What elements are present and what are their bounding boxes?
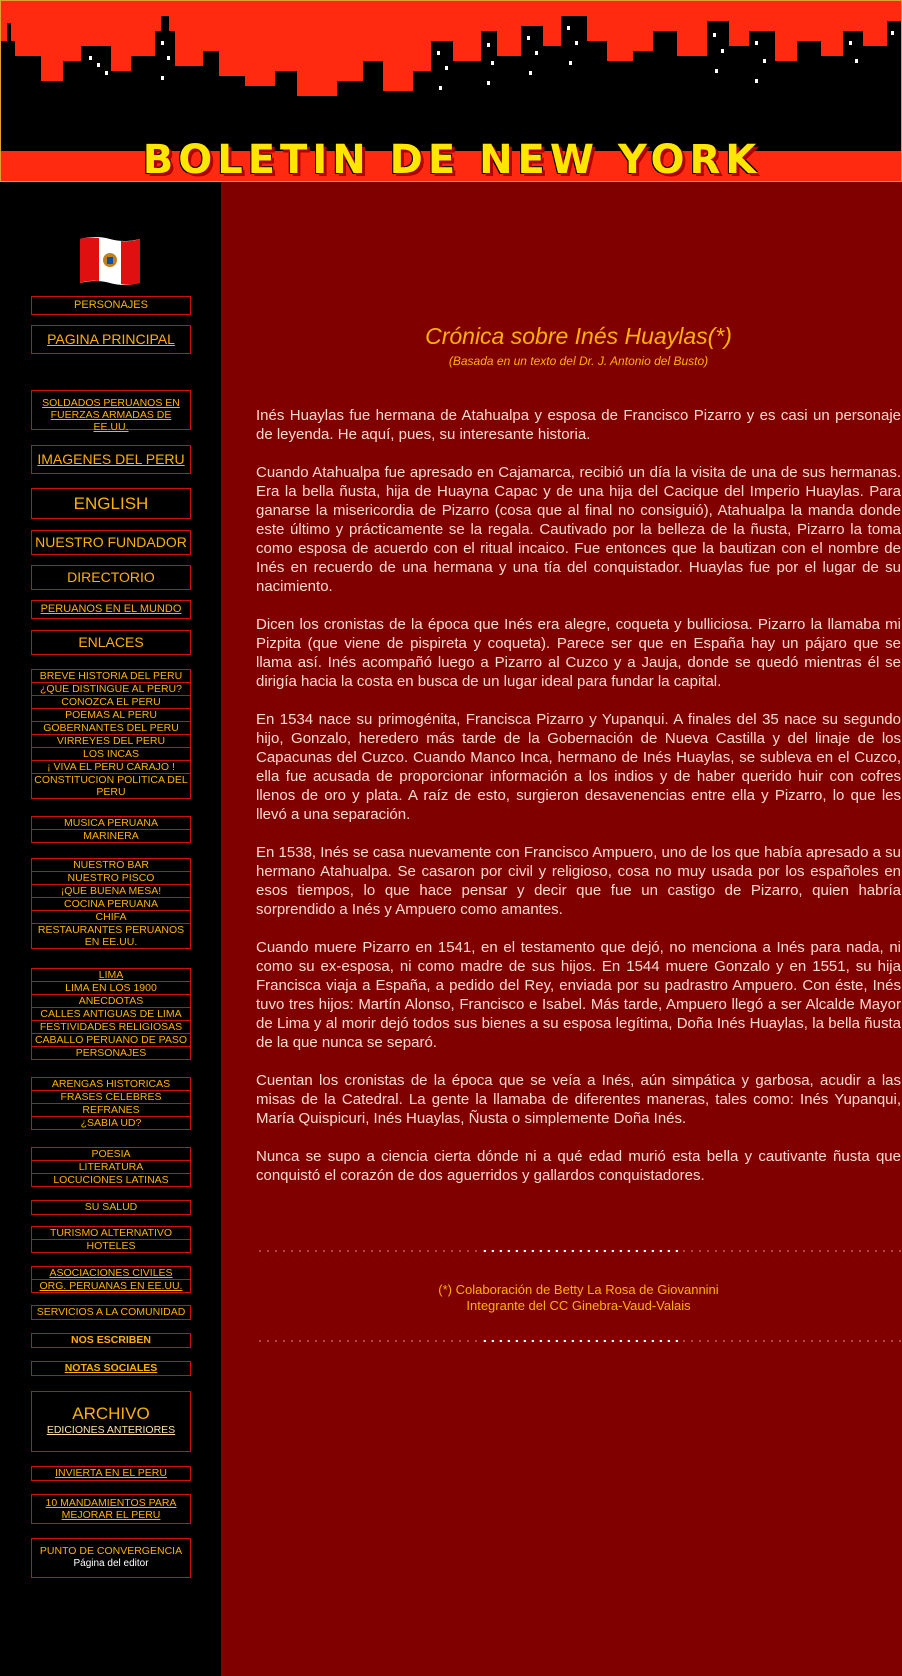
article-paragraph: Cuando Atahualpa fue apresado en Cajamar… [256, 464, 901, 595]
fundador-link[interactable]: NUESTRO FUNDADOR [32, 531, 190, 554]
hoteles-link[interactable]: HOTELES [31, 1239, 191, 1253]
los-incas-link[interactable]: LOS INCAS [31, 747, 191, 761]
article-title: Crónica sobre Inés Huaylas(*) [425, 323, 732, 349]
nav-peruanos-mundo: PERUANOS EN EL MUNDO [31, 600, 191, 619]
calles-antiguas-link[interactable]: CALLES ANTIGUAS DE LIMA [31, 1007, 191, 1021]
article-paragraph: Cuando muere Pizarro en 1541, en el test… [256, 939, 901, 1051]
virreyes-link[interactable]: VIRREYES DEL PERU [31, 734, 191, 748]
anecdotas-link[interactable]: ANECDOTAS [31, 994, 191, 1008]
frases-celebres-link[interactable]: FRASES CELEBRES [31, 1090, 191, 1104]
nav-archivo: ARCHIVO EDICIONES ANTERIORES [31, 1391, 191, 1452]
nav-personajes-top: PERSONAJES [31, 296, 191, 315]
nav-group-turismo: TURISMO ALTERNATIVO HOTELES [31, 1226, 191, 1253]
peru-flag-image [80, 237, 140, 285]
article-credit: (*) Colaboración de Betty La Rosa de Gio… [256, 1282, 901, 1314]
refranes-link[interactable]: REFRANES [31, 1103, 191, 1117]
lima-1900-link[interactable]: LIMA EN LOS 1900 [31, 981, 191, 995]
personajes-lima-link[interactable]: PERSONAJES [31, 1046, 191, 1060]
conozca-peru-link[interactable]: CONOZCA EL PERU [31, 695, 191, 709]
literatura-link[interactable]: LITERATURA [31, 1160, 191, 1174]
article-subtitle: (Basada en un texto del Dr. J. Antonio d… [448, 354, 709, 368]
su-salud-link[interactable]: SU SALUD [31, 1200, 191, 1215]
nav-imagenes: IMAGENES DEL PERU [31, 445, 191, 474]
article-paragraph: Nunca se supo a ciencia cierta dónde ni … [256, 1148, 901, 1184]
nav-group-poesia: POESIA LITERATURA LOCUCIONES LATINAS [31, 1147, 191, 1187]
nav-group-peru: BREVE HISTORIA DEL PERU ¿QUE DISTINGUE A… [31, 669, 191, 799]
article-body: Inés Huaylas fue hermana de Atahualpa y … [256, 406, 901, 1204]
caballo-paso-link[interactable]: CABALLO PERUANO DE PASO [31, 1033, 191, 1047]
nav-group-arengas: ARENGAS HISTORICAS FRASES CELEBRES REFRA… [31, 1077, 191, 1130]
nav-directorio: DIRECTORIO [31, 565, 191, 590]
nos-escriben-link[interactable]: NOS ESCRIBEN [31, 1333, 191, 1348]
article-paragraph: Dicen los cronistas de la época que Inés… [256, 616, 901, 690]
nav-group-salud: SU SALUD [31, 1200, 191, 1215]
directorio-link[interactable]: DIRECTORIO [32, 566, 190, 589]
peruanos-mundo-link[interactable]: PERUANOS EN EL MUNDO [32, 601, 190, 618]
nav-group-escriben: NOS ESCRIBEN [31, 1333, 191, 1348]
nav-group-lima: LIMA LIMA EN LOS 1900 ANECDOTAS CALLES A… [31, 968, 191, 1060]
nav-group-bar: NUESTRO BAR NUESTRO PISCO ¡QUE BUENA MES… [31, 858, 191, 949]
dotted-divider-bottom-highlight [481, 1339, 681, 1343]
cocina-peruana-link[interactable]: COCINA PERUANA [31, 897, 191, 911]
credit-line-2: Integrante del CC Ginebra-Vaud-Valais [466, 1298, 691, 1313]
dotted-divider-top-highlight [481, 1249, 681, 1253]
article-paragraph: Cuentan los cronistas de la época que se… [256, 1072, 901, 1127]
sidebar-nav: PERSONAJES PAGINA PRINCIPAL SOLDADOS PER… [0, 182, 221, 1676]
que-distingue-link[interactable]: ¿QUE DISTINGUE AL PERU? [31, 682, 191, 696]
soldados-link[interactable]: SOLDADOS PERUANOS EN FUERZAS ARMADAS DE … [32, 391, 190, 433]
musica-peruana-link[interactable]: MUSICA PERUANA [31, 816, 191, 830]
personajes-link[interactable]: PERSONAJES [32, 297, 190, 314]
nav-group-servicios: SERVICIOS A LA COMUNIDAD [31, 1305, 191, 1320]
gobernantes-link[interactable]: GOBERNANTES DEL PERU [31, 721, 191, 735]
nav-english: ENGLISH [31, 488, 191, 519]
nav-punto-convergencia: PUNTO DE CONVERGENCIA Página del editor [31, 1538, 191, 1578]
buena-mesa-link[interactable]: ¡QUE BUENA MESA! [31, 884, 191, 898]
viva-peru-link[interactable]: ¡ VIVA EL PERU CARAJO ! [31, 760, 191, 774]
servicios-link[interactable]: SERVICIOS A LA COMUNIDAD [31, 1305, 191, 1320]
article-paragraph: Inés Huaylas fue hermana de Atahualpa y … [256, 407, 901, 443]
org-peruanas-link[interactable]: ORG. PERUANAS EN EE.UU. [31, 1279, 191, 1293]
mandamientos-link[interactable]: 10 MANDAMIENTOS PARA MEJORAR EL PERU [31, 1494, 191, 1524]
locuciones-link[interactable]: LOCUCIONES LATINAS [31, 1173, 191, 1187]
banner-title: BOLETIN DE NEW YORK [142, 137, 762, 182]
notas-sociales-link[interactable]: NOTAS SOCIALES [31, 1361, 191, 1376]
nav-group-asociaciones: ASOCIACIONES CIVILES ORG. PERUANAS EN EE… [31, 1266, 191, 1293]
sabia-ud-link[interactable]: ¿SABIA UD? [31, 1116, 191, 1130]
enlaces-link[interactable]: ENLACES [32, 631, 190, 654]
header-banner: BOLETIN DE NEW YORK [0, 0, 902, 182]
nav-group-mandamientos: 10 MANDAMIENTOS PARA MEJORAR EL PERU [31, 1494, 191, 1524]
asociaciones-link[interactable]: ASOCIACIONES CIVILES [31, 1266, 191, 1280]
nav-group-musica: MUSICA PERUANA MARINERA [31, 816, 191, 843]
turismo-link[interactable]: TURISMO ALTERNATIVO [31, 1226, 191, 1240]
invierta-link[interactable]: INVIERTA EN EL PERU [31, 1466, 191, 1481]
chifa-link[interactable]: CHIFA [31, 910, 191, 924]
nuestro-pisco-link[interactable]: NUESTRO PISCO [31, 871, 191, 885]
poesia-link[interactable]: POESIA [31, 1147, 191, 1161]
arengas-link[interactable]: ARENGAS HISTORICAS [31, 1077, 191, 1091]
english-link[interactable]: ENGLISH [32, 489, 190, 518]
festividades-link[interactable]: FESTIVIDADES RELIGIOSAS [31, 1020, 191, 1034]
imagenes-link[interactable]: IMAGENES DEL PERU [32, 446, 190, 473]
restaurantes-link[interactable]: RESTAURANTES PERUANOS EN EE.UU. [31, 923, 191, 949]
archivo-title: ARCHIVO [72, 1404, 150, 1423]
ediciones-anteriores-link[interactable]: EDICIONES ANTERIORES [32, 1424, 190, 1437]
nav-enlaces: ENLACES [31, 630, 191, 655]
nuestro-bar-link[interactable]: NUESTRO BAR [31, 858, 191, 872]
punto-convergencia-link[interactable]: PUNTO DE CONVERGENCIA [32, 1539, 190, 1558]
nav-fundador: NUESTRO FUNDADOR [31, 530, 191, 555]
poemas-peru-link[interactable]: POEMAS AL PERU [31, 708, 191, 722]
article-paragraph: En 1534 nace su primogénita, Francisca P… [256, 711, 901, 823]
nav-group-notas: NOTAS SOCIALES [31, 1361, 191, 1376]
nav-soldados: SOLDADOS PERUANOS EN FUERZAS ARMADAS DE … [31, 390, 191, 433]
article-paragraph: En 1538, Inés se casa nuevamente con Fra… [256, 844, 901, 918]
constitucion-link[interactable]: CONSTITUCION POLITICA DEL PERU [31, 773, 191, 799]
lima-link[interactable]: LIMA [31, 968, 191, 982]
pagina-principal-link[interactable]: PAGINA PRINCIPAL [32, 326, 190, 353]
breve-historia-link[interactable]: BREVE HISTORIA DEL PERU [31, 669, 191, 683]
nav-pagina-principal: PAGINA PRINCIPAL [31, 325, 191, 354]
nav-group-invierta: INVIERTA EN EL PERU [31, 1466, 191, 1481]
credit-line-1: (*) Colaboración de Betty La Rosa de Gio… [438, 1282, 719, 1297]
pagina-editor-label: Página del editor [73, 1558, 149, 1569]
marinera-link[interactable]: MARINERA [31, 829, 191, 843]
